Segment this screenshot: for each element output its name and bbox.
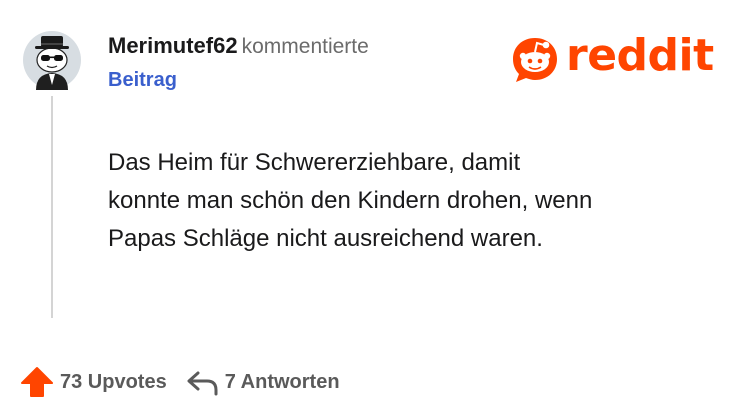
upvote-button[interactable]: 73 Upvotes (20, 366, 167, 398)
reply-button[interactable]: 7 Antworten (185, 367, 340, 397)
comment-line: Das Heim für Schwererziehbare, damit (108, 149, 521, 176)
comment-footer: 73 Upvotes 7 Antworten (20, 364, 340, 400)
action-text: kommentierte (241, 35, 369, 58)
comment-line: Papas Schläge nicht ausreichend waren. (108, 225, 543, 252)
comment-card: Merimutef62 kommentierte Beitrag reddit D… (0, 0, 740, 414)
upvote-icon (20, 366, 60, 398)
thread-line (51, 96, 53, 318)
upvotes-count: 73 Upvotes (60, 370, 167, 393)
snoo-avatar-icon (23, 31, 81, 90)
avatar[interactable] (22, 30, 82, 90)
reply-icon (185, 367, 225, 397)
post-link[interactable]: Beitrag (108, 65, 488, 95)
reddit-snoo-icon (513, 38, 557, 82)
comment-line: konnte man schön den Kindern drohen, wen… (108, 187, 593, 214)
comment-header: Merimutef62 kommentierte Beitrag (108, 30, 488, 95)
username-link[interactable]: Merimutef62 (108, 33, 238, 58)
comment-body: Das Heim für Schwererziehbare, damit kon… (108, 144, 718, 258)
reddit-wordmark: reddit (566, 30, 714, 81)
replies-count: 7 Antworten (224, 370, 340, 393)
reddit-logo: reddit (510, 30, 722, 86)
